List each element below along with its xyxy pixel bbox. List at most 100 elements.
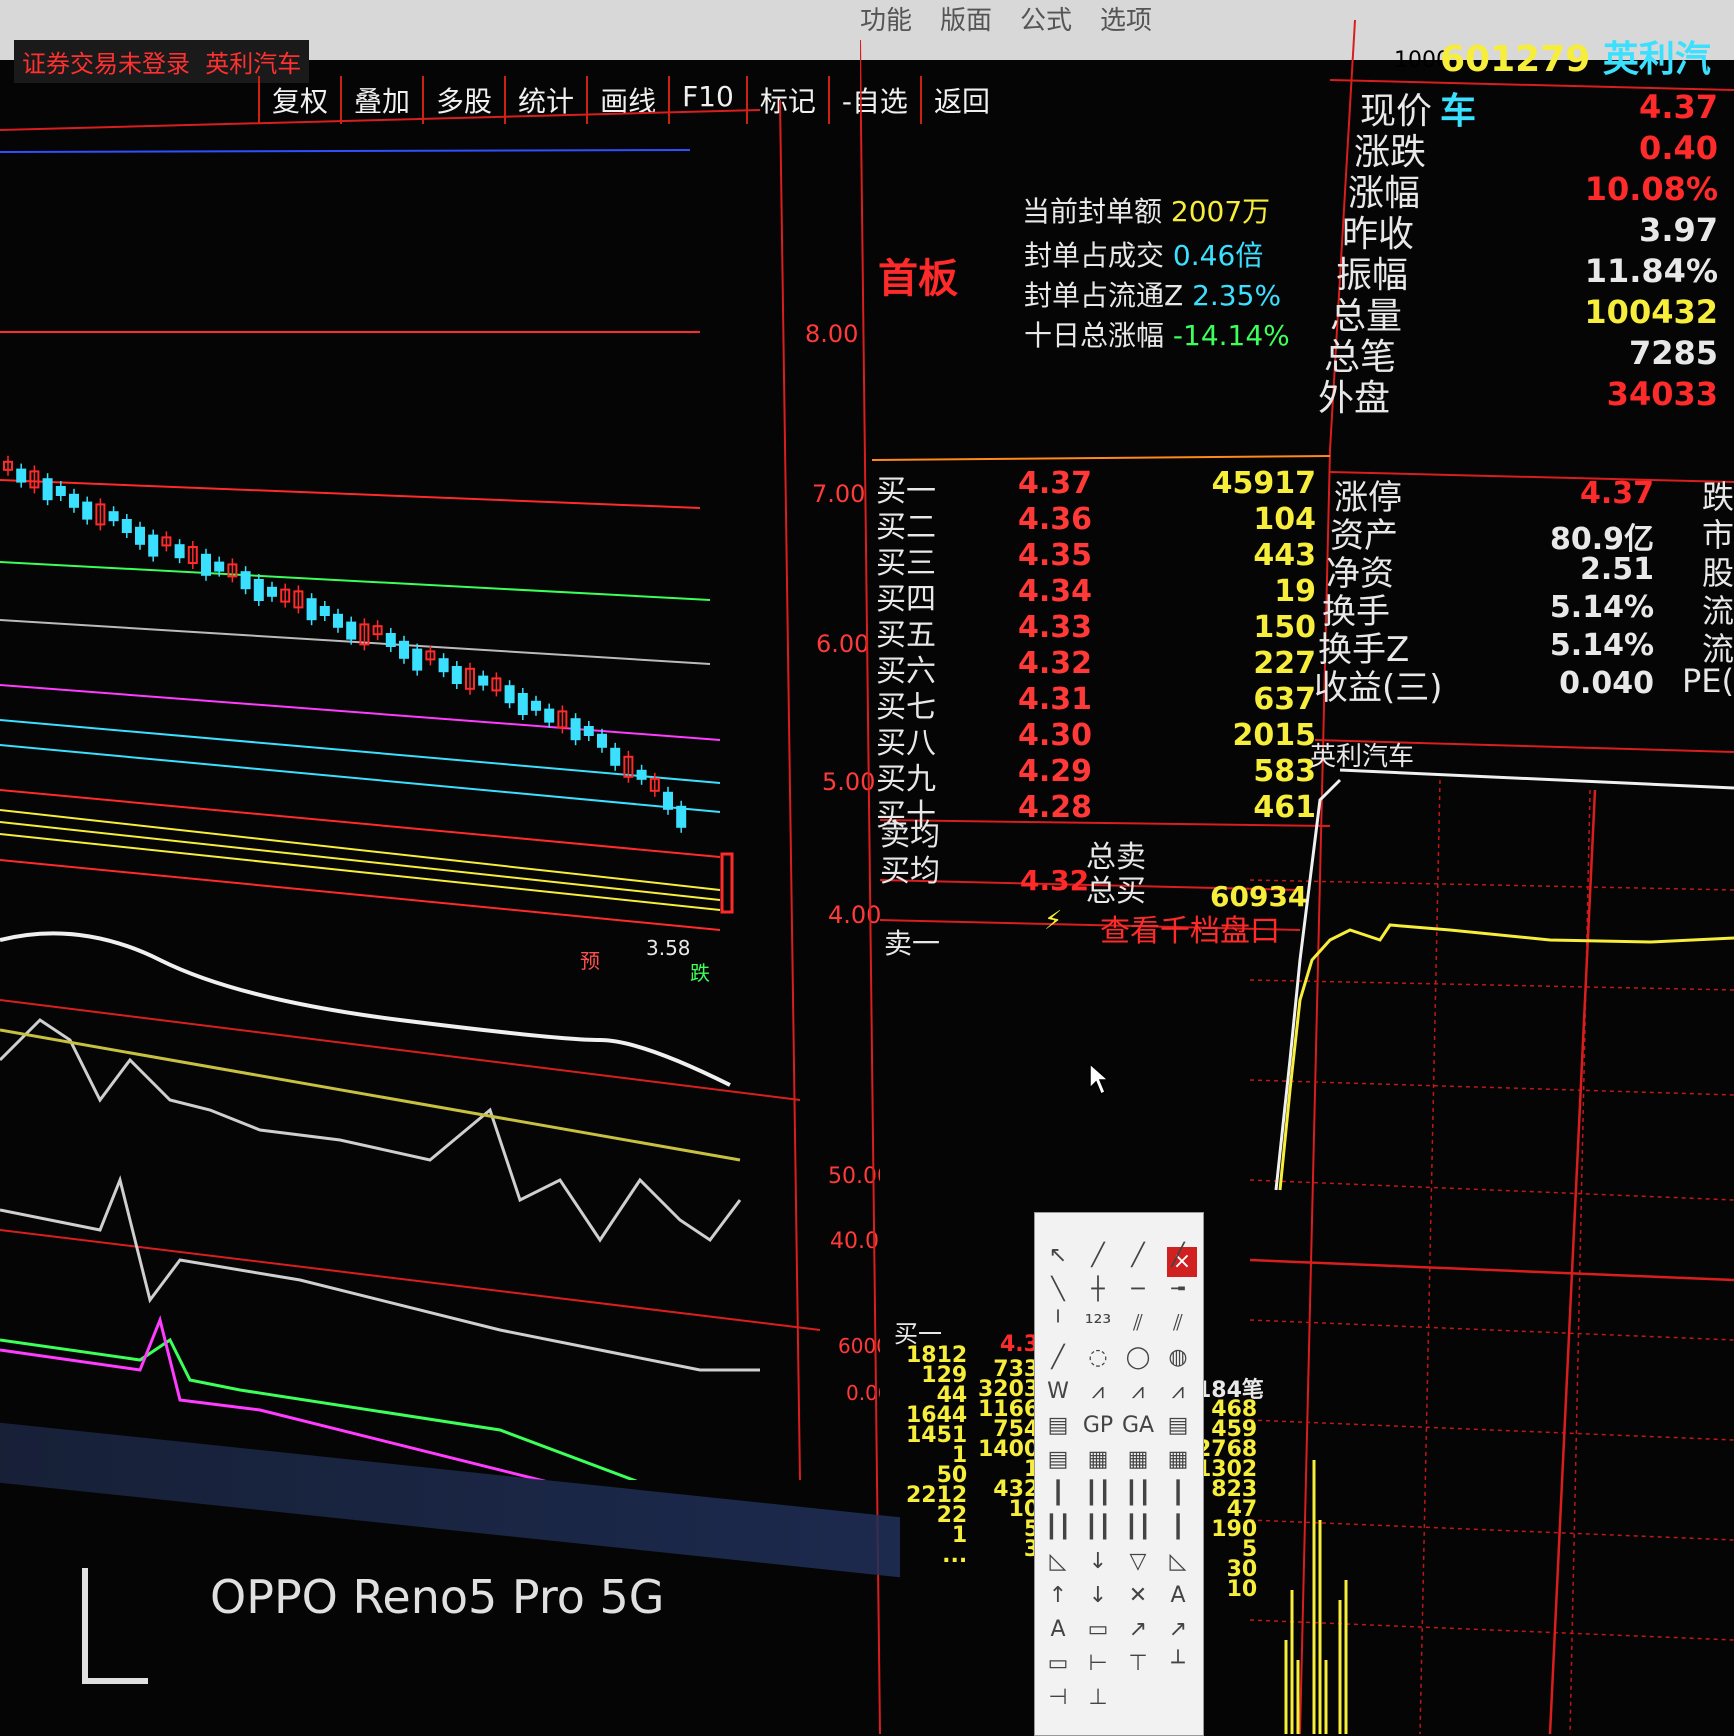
queue-cell: ...: [942, 1543, 968, 1568]
quote-value: 10.08%: [1584, 170, 1718, 208]
candle: [148, 534, 159, 557]
palette-tool-icon[interactable]: ┃┃: [1121, 1515, 1155, 1541]
palette-tool-icon[interactable]: ╵: [1041, 1311, 1075, 1337]
palette-tool-icon[interactable]: ┴: [1161, 1651, 1195, 1677]
bid-price: 4.32: [1018, 646, 1093, 681]
palette-tool-icon[interactable]: ↓: [1081, 1583, 1115, 1609]
palette-tool-icon[interactable]: ⊢: [1081, 1651, 1115, 1677]
palette-tool-icon[interactable]: ┃: [1161, 1515, 1195, 1541]
flash-icon: ⚡: [1044, 906, 1063, 936]
palette-tool-icon[interactable]: ↑: [1041, 1583, 1075, 1609]
palette-tool-icon[interactable]: ╼: [1161, 1277, 1195, 1303]
fundamental-value: 5.14%: [1549, 590, 1654, 625]
candle: [267, 586, 277, 597]
palette-tool-icon[interactable]: ─: [1121, 1277, 1155, 1303]
palette-tool-icon[interactable]: ▤: [1161, 1413, 1195, 1439]
bid-row: 买七 4.31 637: [876, 682, 1316, 725]
palette-tool-icon[interactable]: ◍: [1161, 1345, 1195, 1371]
palette-tool-icon[interactable]: A: [1161, 1583, 1195, 1609]
palette-tool-icon[interactable]: ◺: [1041, 1549, 1075, 1575]
palette-tool-icon[interactable]: ┃┃: [1081, 1481, 1115, 1507]
palette-tool-icon[interactable]: ┼: [1081, 1277, 1115, 1303]
intraday-chart[interactable]: [1250, 760, 1734, 1734]
palette-tool-icon[interactable]: ▦: [1161, 1447, 1195, 1473]
palette-tool-icon[interactable]: ▤: [1041, 1413, 1075, 1439]
palette-tool-icon[interactable]: ↖: [1041, 1243, 1075, 1269]
candle: [135, 526, 145, 545]
palette-tool-icon[interactable]: ▦: [1121, 1447, 1155, 1473]
palette-tool-icon[interactable]: W: [1041, 1379, 1075, 1405]
palette-tool-icon[interactable]: ╱: [1041, 1345, 1075, 1371]
palette-tool-icon[interactable]: ╲: [1041, 1277, 1075, 1303]
queue-column-1: 1812 129 44 1644 1451 1 50 2212 22 1...: [906, 1345, 968, 1568]
quote-value: 0.40: [1639, 129, 1718, 167]
palette-tool-icon[interactable]: GA: [1121, 1413, 1155, 1439]
palette-tool-icon[interactable]: ⩘: [1081, 1379, 1115, 1405]
stock-code: 601279: [1440, 39, 1591, 80]
palette-tool-icon[interactable]: ✕: [1121, 1583, 1155, 1609]
palette-tool-icon[interactable]: ▽: [1121, 1549, 1155, 1575]
quote-value: 4.37: [1639, 88, 1718, 126]
bid-volume: 150: [1253, 610, 1316, 645]
ten-day-row: 十日总涨幅 -14.14%: [1024, 314, 1290, 354]
palette-tool-icon[interactable]: ◯: [1121, 1345, 1155, 1371]
palette-tool-icon[interactable]: ╱: [1081, 1243, 1115, 1269]
seal-float: 2.35%: [1192, 279, 1282, 312]
candle: [121, 519, 132, 533]
palette-tool-icon[interactable]: ┃: [1041, 1481, 1075, 1507]
seal-amount: 2007万: [1170, 195, 1271, 228]
palette-tool-icon[interactable]: ┃┃: [1121, 1481, 1155, 1507]
fundamental-value: 5.14%: [1549, 628, 1654, 663]
kline-chart[interactable]: 8.00 7.00 6.00 5.00 4.00 50.00 40.00 600…: [0, 100, 880, 1480]
ask1-label: 卖一: [884, 927, 941, 960]
palette-tool-icon[interactable]: ▭: [1081, 1617, 1115, 1643]
palette-tool-icon[interactable]: ⩘: [1121, 1379, 1155, 1405]
palette-tool-icon[interactable]: ◌: [1081, 1345, 1115, 1371]
palette-tool-icon[interactable]: ⊤: [1121, 1651, 1155, 1677]
palette-tool-icon[interactable]: ↗: [1121, 1617, 1155, 1643]
palette-tool-icon[interactable]: ⩘: [1161, 1379, 1195, 1405]
camera-watermark: OPPO Reno5 Pro 5G: [210, 1570, 665, 1624]
candle: [636, 769, 647, 780]
palette-tool-icon[interactable]: ╱: [1161, 1243, 1195, 1269]
palette-tool-icon[interactable]: ⫽: [1121, 1311, 1155, 1337]
quote-value: 11.84%: [1584, 252, 1718, 290]
palette-tool-icon[interactable]: ╱: [1121, 1243, 1155, 1269]
candle: [201, 553, 211, 576]
palette-tool-icon[interactable]: ┃┃: [1081, 1515, 1115, 1541]
palette-tool-icon[interactable]: ▦: [1081, 1447, 1115, 1473]
palette-tool-icon[interactable]: GP: [1081, 1413, 1115, 1439]
bid-volume: 2015: [1232, 718, 1317, 753]
bid-volume: 45917: [1211, 466, 1316, 501]
palette-tool-icon[interactable]: ◺: [1161, 1549, 1195, 1575]
bid-volume: 637: [1253, 682, 1316, 717]
palette-tool-icon[interactable]: ↓: [1081, 1549, 1115, 1575]
candle: [174, 544, 185, 559]
candle: [108, 511, 119, 522]
drawing-tool-palette[interactable]: × ↖ ╱ ╱ ╱ ╲ ┼ ─ ╼ ╵ ¹²³ ⫽ ⫽ ╱ ◌ ◯ ◍ W ⩘ ⩘ ⩘ ▤ GP GA ▤ ▤ ▦ ▦ ▦ ┃ ┃┃ ┃┃ ┃…: [1034, 1212, 1204, 1736]
palette-tool-icon[interactable]: ⊥: [1081, 1685, 1115, 1711]
candle: [69, 493, 79, 508]
queue-column-2: 733 3203 1166 754 1400 1 432 10 5 3: [978, 1359, 1039, 1561]
quote-value: 100432: [1584, 293, 1718, 331]
palette-tool-icon[interactable]: ⫽: [1161, 1311, 1195, 1337]
ma-curve: [0, 931, 731, 1087]
svg-text:8.00: 8.00: [805, 320, 858, 348]
palette-tool-icon[interactable]: ⊣: [1041, 1685, 1075, 1711]
palette-tool-icon[interactable]: ¹²³: [1081, 1311, 1115, 1337]
seal-float-label: 封单占流通Z: [1024, 279, 1184, 312]
palette-tool-icon[interactable]: ▤: [1041, 1447, 1075, 1473]
queue-cell: 10: [1226, 1577, 1258, 1602]
palette-tool-icon[interactable]: ┃: [1161, 1481, 1195, 1507]
palette-tool-icon[interactable]: ↗: [1161, 1617, 1195, 1643]
candle: [478, 675, 489, 686]
candle: [531, 700, 541, 711]
palette-tool-icon[interactable]: ┃┃: [1041, 1515, 1075, 1541]
seal-ratio-label: 封单占成交: [1024, 239, 1165, 272]
tag-pre: 预: [580, 949, 600, 973]
bid-volume: 104: [1253, 502, 1316, 537]
palette-tool-icon[interactable]: ▭: [1041, 1651, 1075, 1677]
palette-tool-icon[interactable]: A: [1041, 1617, 1075, 1643]
bid-price: 4.34: [1018, 574, 1093, 609]
bid-volume: 19: [1274, 574, 1316, 609]
